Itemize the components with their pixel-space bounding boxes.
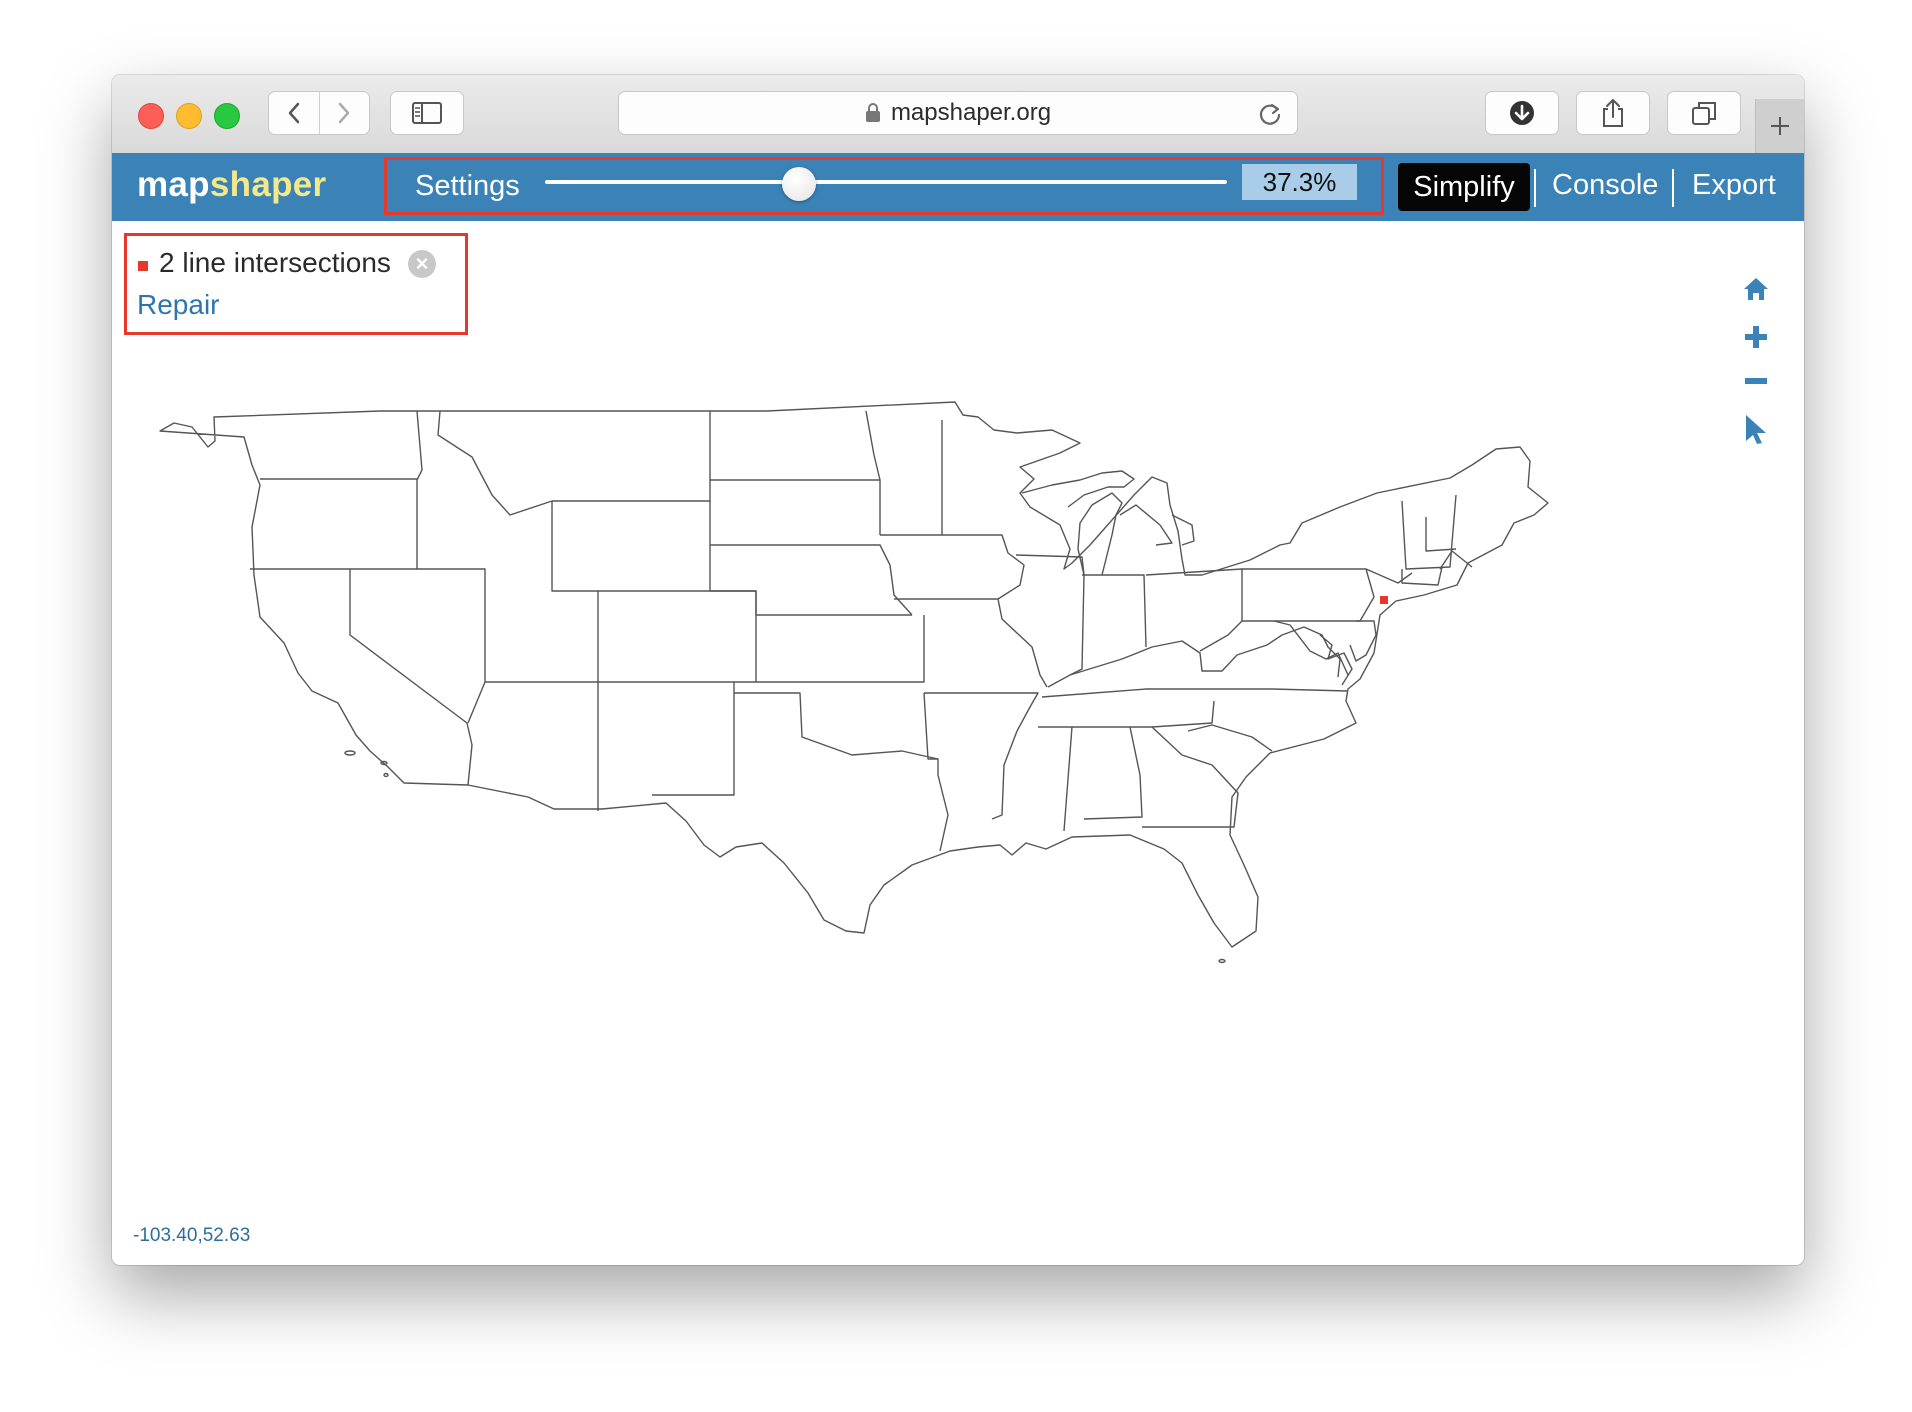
state-border bbox=[710, 544, 913, 616]
share-icon bbox=[1603, 99, 1623, 127]
island bbox=[1218, 958, 1226, 964]
url-text: mapshaper.org bbox=[890, 99, 1052, 126]
state-border bbox=[250, 410, 423, 570]
cursor-coordinates: -103.40,52.63 bbox=[133, 1225, 251, 1246]
zoom-out-button[interactable] bbox=[1742, 367, 1770, 400]
state-border bbox=[865, 410, 881, 481]
forward-icon bbox=[339, 102, 350, 124]
state-border bbox=[1041, 688, 1349, 698]
export-button[interactable]: Export bbox=[1692, 169, 1776, 202]
state-border bbox=[1439, 550, 1473, 570]
forward-button[interactable] bbox=[318, 92, 370, 134]
us-outline bbox=[159, 401, 1549, 948]
state-border bbox=[924, 692, 1039, 820]
state-border bbox=[1319, 634, 1353, 686]
simplify-button[interactable]: Simplify bbox=[1398, 163, 1530, 211]
map-canvas[interactable] bbox=[112, 221, 1804, 1265]
home-button[interactable] bbox=[1742, 275, 1770, 308]
sidebar-icon bbox=[412, 102, 442, 124]
state-border bbox=[1273, 620, 1349, 676]
state-border bbox=[894, 598, 1048, 688]
zoom-window-button[interactable] bbox=[214, 103, 240, 129]
intersection-marker bbox=[1380, 596, 1388, 604]
lake-outline bbox=[1171, 514, 1195, 546]
state-border bbox=[417, 568, 486, 724]
state-border bbox=[1365, 568, 1413, 584]
island bbox=[383, 772, 389, 778]
repair-link[interactable]: Repair bbox=[137, 289, 219, 321]
state-border bbox=[652, 682, 735, 796]
reload-icon[interactable] bbox=[1257, 101, 1283, 127]
state-border bbox=[734, 692, 939, 760]
state-border bbox=[437, 410, 553, 516]
intersections-message: 2 line intersections bbox=[159, 247, 391, 278]
zoom-out-icon bbox=[1745, 378, 1767, 384]
state-border bbox=[1242, 568, 1375, 622]
state-border bbox=[709, 501, 912, 616]
new-tab-icon bbox=[1771, 117, 1789, 135]
logo-part-map: map bbox=[137, 165, 210, 204]
state-border bbox=[1063, 726, 1073, 832]
zoom-in-icon bbox=[1745, 326, 1767, 348]
state-border bbox=[756, 615, 925, 683]
state-border bbox=[1187, 724, 1273, 752]
state-border bbox=[1082, 574, 1147, 648]
intersection-dot-icon bbox=[138, 261, 148, 271]
state-border bbox=[552, 411, 711, 502]
browser-toolbar: mapshaper.org bbox=[112, 75, 1804, 154]
minimize-window-button[interactable] bbox=[176, 103, 202, 129]
pointer-tool-button[interactable] bbox=[1742, 413, 1770, 450]
state-border bbox=[1021, 470, 1135, 508]
state-border bbox=[1083, 726, 1143, 820]
state-border bbox=[1015, 554, 1085, 688]
logo-part-shaper: shaper bbox=[209, 165, 327, 204]
home-icon bbox=[1744, 278, 1768, 300]
state-border bbox=[1038, 700, 1215, 728]
state-border bbox=[923, 692, 949, 852]
close-window-button[interactable] bbox=[138, 103, 164, 129]
sidebar-button[interactable] bbox=[390, 91, 464, 135]
download-icon bbox=[1510, 101, 1534, 125]
state-border bbox=[485, 590, 757, 683]
state-border bbox=[551, 501, 599, 682]
lake-outline bbox=[1119, 504, 1173, 546]
back-icon bbox=[288, 102, 299, 124]
downloads-button[interactable] bbox=[1485, 91, 1559, 135]
lock-icon bbox=[865, 103, 880, 122]
state-border bbox=[1142, 726, 1239, 828]
pointer-icon bbox=[1746, 415, 1766, 444]
zoom-in-button[interactable] bbox=[1742, 323, 1770, 356]
browser-window: mapshaper.org mapshaper Settings 37.3% S… bbox=[112, 75, 1804, 1265]
tab-overview-button[interactable] bbox=[1667, 91, 1741, 135]
island bbox=[344, 750, 356, 756]
state-border bbox=[710, 479, 881, 535]
console-button[interactable]: Console bbox=[1552, 169, 1658, 202]
share-button[interactable] bbox=[1576, 91, 1650, 135]
state-border bbox=[1145, 568, 1243, 652]
state-border bbox=[880, 534, 1025, 600]
state-border bbox=[1349, 620, 1377, 662]
us-state-boundaries bbox=[159, 401, 1549, 964]
simplify-controls-highlight bbox=[384, 157, 1384, 215]
state-border bbox=[1069, 626, 1341, 678]
close-icon[interactable]: × bbox=[408, 250, 436, 278]
state-border bbox=[349, 569, 473, 786]
address-bar[interactable]: mapshaper.org bbox=[618, 91, 1298, 135]
back-button[interactable] bbox=[269, 92, 319, 134]
tabs-icon bbox=[1692, 102, 1716, 125]
nav-divider bbox=[1534, 169, 1536, 207]
new-tab-button[interactable] bbox=[1755, 99, 1804, 153]
app-logo[interactable]: mapshaper bbox=[137, 165, 326, 205]
history-nav-group bbox=[268, 91, 370, 135]
nav-divider bbox=[1672, 169, 1674, 207]
